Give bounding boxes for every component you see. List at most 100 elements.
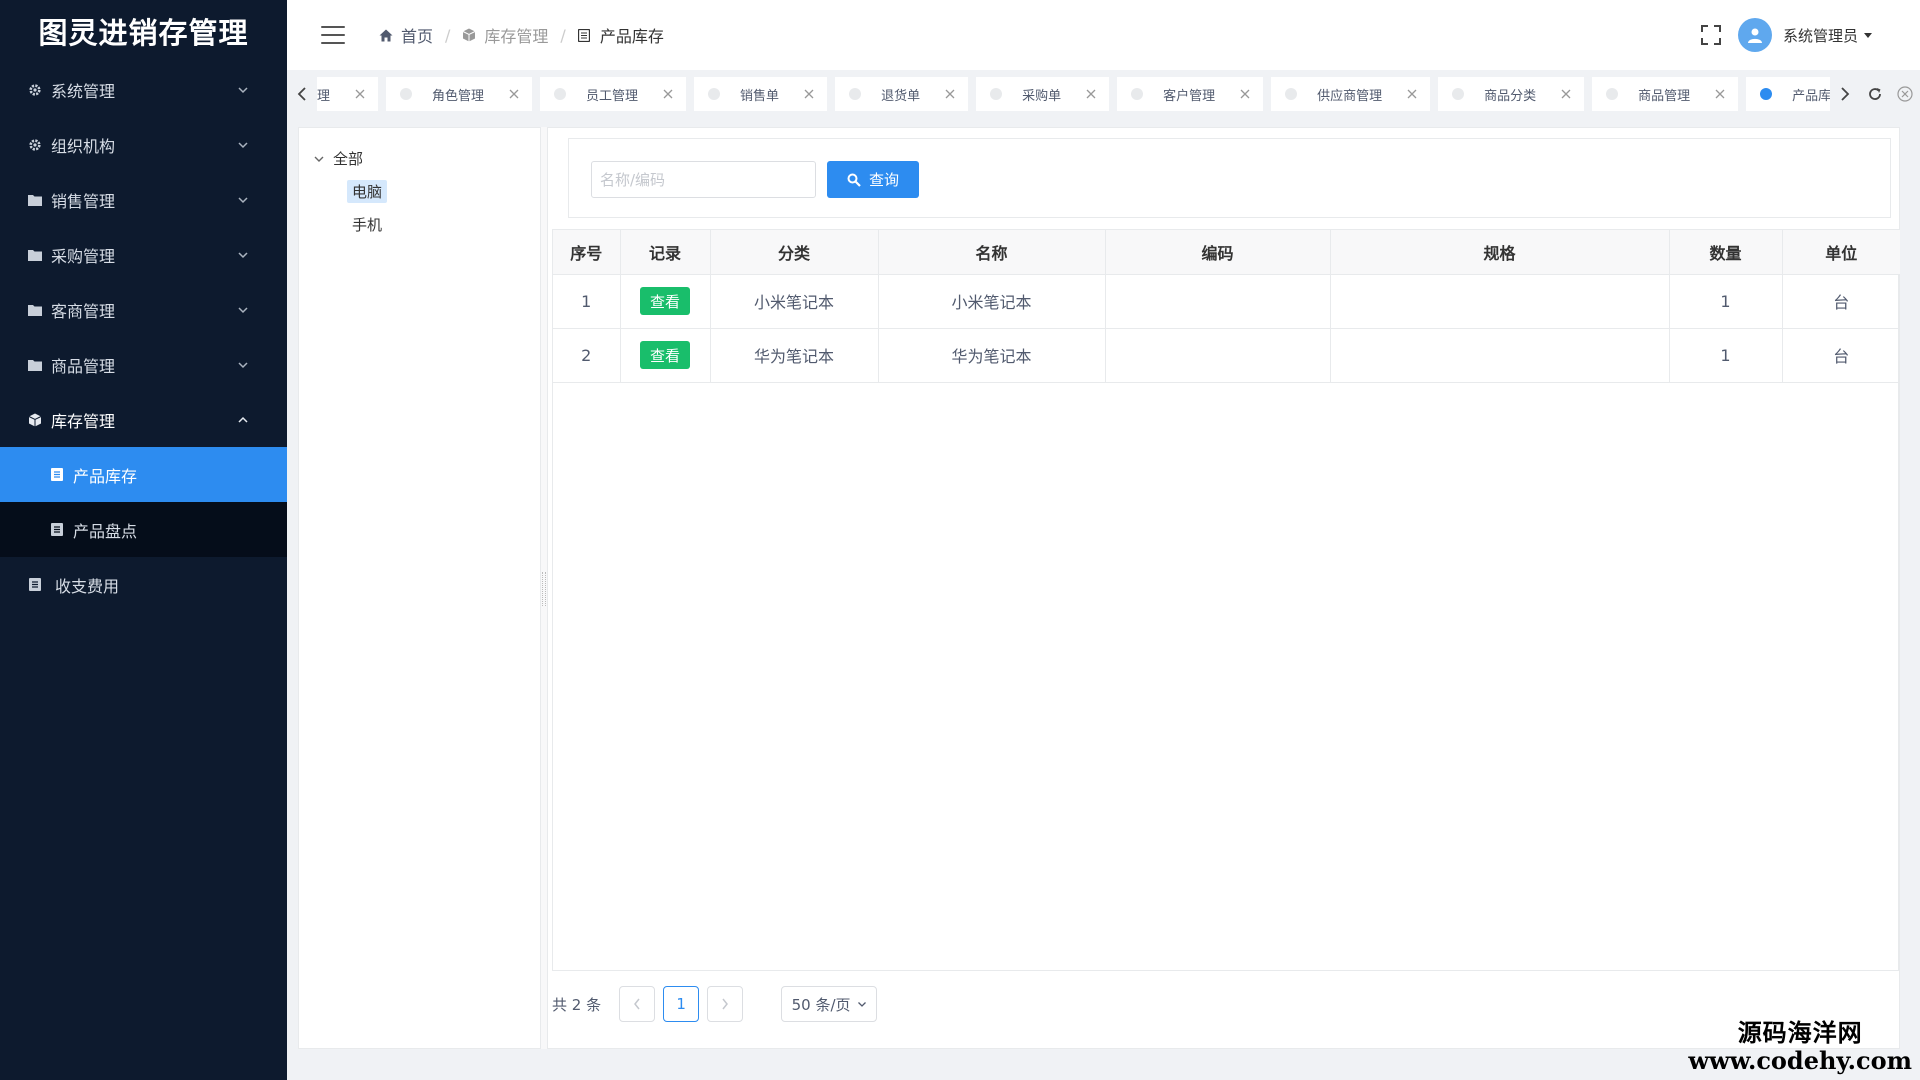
sidebar-item-merchants[interactable]: 客商管理 (0, 282, 287, 337)
tree-node-computer[interactable]: 电脑 (347, 180, 388, 203)
breadcrumb-separator: / (445, 25, 451, 45)
view-record-button[interactable]: 查看 (640, 341, 690, 369)
tab-status-dot (708, 88, 721, 100)
close-icon[interactable] (944, 88, 956, 100)
sidebar-item-label: 采购管理 (51, 246, 116, 266)
gear-icon (28, 83, 42, 97)
document-icon (577, 28, 592, 42)
tab-label: 商品分类 (1484, 88, 1537, 104)
cube-icon (28, 413, 42, 427)
page-number-button[interactable]: 1 (663, 986, 700, 1022)
search-input[interactable] (591, 161, 816, 198)
close-icon[interactable] (508, 88, 520, 100)
cell-record: 查看 (620, 328, 711, 383)
page-size-select[interactable]: 50 条/页 (781, 986, 878, 1022)
sidebar-item-label: 客商管理 (51, 301, 116, 321)
tabs-scroll-left-icon[interactable] (287, 70, 317, 118)
tab-label: 角色管理 (432, 88, 485, 104)
sidebar-item-system[interactable]: 系统管理 (0, 62, 287, 117)
tab-label: 采购单 (1022, 88, 1062, 104)
sidebar-item-label: 系统管理 (51, 81, 116, 101)
tree-node-label: 手机 (352, 216, 383, 234)
sidebar-item-label: 库存管理 (51, 411, 116, 431)
search-button[interactable]: 查询 (827, 161, 919, 198)
cube-icon (462, 28, 476, 42)
chevron-down-icon (857, 999, 867, 1009)
chevron-right-icon (722, 998, 729, 1010)
tab-item[interactable]: 采购单 (976, 77, 1110, 111)
sidebar-item-purchase[interactable]: 采购管理 (0, 227, 287, 282)
inventory-submenu: 产品库存 产品盘点 (0, 447, 287, 557)
chevron-down-icon[interactable] (313, 153, 325, 165)
column-header-quantity: 数量 (1669, 230, 1783, 275)
close-icon[interactable] (1714, 88, 1726, 100)
top-header: 首页 / 库存管理 / 产品库存 系统管理员 (287, 0, 1920, 70)
tab-status-dot (1285, 88, 1298, 100)
tabs-track: 理 角色管理 员工管理 销售单 退货单 采购单 客户管理 供应商管理 商品分类 商品管理 产品库存 (317, 77, 1830, 111)
sidebar-item-sales[interactable]: 销售管理 (0, 172, 287, 227)
tab-status-dot (1452, 88, 1465, 100)
splitter-grip[interactable] (542, 572, 546, 606)
fullscreen-icon[interactable] (1700, 24, 1722, 46)
tab-item[interactable]: 供应商管理 (1271, 77, 1431, 111)
tab-item[interactable]: 商品管理 (1592, 77, 1739, 111)
tab-item[interactable]: 销售单 (694, 77, 828, 111)
prev-page-button[interactable] (619, 986, 656, 1022)
close-icon[interactable] (1406, 88, 1418, 100)
sidebar-subitem-product-count[interactable]: 产品盘点 (0, 502, 287, 557)
sidebar-item-products[interactable]: 商品管理 (0, 337, 287, 392)
next-page-button[interactable] (707, 986, 744, 1022)
breadcrumb: 首页 / 库存管理 / 产品库存 (379, 23, 664, 47)
cell-category: 小米笔记本 (710, 274, 879, 329)
breadcrumb-inventory[interactable]: 库存管理 (462, 23, 548, 47)
breadcrumb-label: 首页 (401, 27, 434, 46)
tab-label: 产品库存 (1792, 88, 1830, 104)
avatar[interactable] (1737, 18, 1772, 52)
user-menu[interactable]: 系统管理员 (1783, 25, 1872, 46)
cell-index: 2 (553, 328, 621, 383)
close-icon[interactable] (803, 88, 815, 100)
tab-item[interactable]: 角色管理 (386, 77, 533, 111)
view-record-button[interactable]: 查看 (640, 287, 690, 315)
tab-label: 员工管理 (586, 88, 639, 104)
breadcrumb-home[interactable]: 首页 (379, 23, 433, 47)
close-icon[interactable] (1239, 88, 1251, 100)
tree-node-phone[interactable]: 手机 (347, 213, 387, 236)
tab-status-dot (849, 88, 862, 100)
sidebar-item-inventory[interactable]: 库存管理 (0, 392, 287, 447)
sidebar-item-organization[interactable]: 组织机构 (0, 117, 287, 172)
chevron-left-icon (634, 998, 640, 1010)
document-icon (28, 578, 42, 592)
page-size-value: 50 条/页 (791, 995, 851, 1014)
sidebar: 图灵进销存管理 系统管理 组织机构 销售管理 采购管理 客商管理 商品管理 库存… (0, 0, 287, 1080)
refresh-icon[interactable] (1860, 70, 1890, 118)
close-icon[interactable] (354, 88, 366, 100)
close-icon[interactable] (1560, 88, 1572, 100)
tab-item[interactable]: 客户管理 (1117, 77, 1264, 111)
tab-item[interactable]: 退货单 (835, 77, 969, 111)
pagination: 共 2 条 1 50 条/页 (552, 985, 878, 1023)
cell-name: 华为笔记本 (878, 328, 1106, 383)
cell-unit: 台 (1782, 274, 1900, 329)
tab-item[interactable]: 产品库存 (1746, 77, 1830, 111)
tabs-scroll-right-icon[interactable] (1830, 70, 1860, 118)
close-icon[interactable] (662, 88, 674, 100)
tab-item[interactable]: 商品分类 (1438, 77, 1585, 111)
column-header-index: 序号 (553, 230, 621, 275)
tab-status-dot (990, 88, 1003, 100)
menu-toggle-icon[interactable] (321, 26, 345, 44)
close-icon[interactable] (1085, 88, 1097, 100)
tab-item[interactable]: 员工管理 (540, 77, 687, 111)
close-all-tabs-icon[interactable] (1890, 70, 1920, 118)
breadcrumb-label: 产品库存 (599, 27, 664, 46)
chevron-down-icon (237, 138, 251, 152)
chevron-down-icon (237, 358, 251, 372)
tree-node-root[interactable]: 全部 (313, 148, 363, 169)
chevron-down-icon (237, 303, 251, 317)
sidebar-item-expenses[interactable]: 收支费用 (0, 557, 287, 612)
tab-item[interactable]: 理 (317, 77, 379, 111)
cell-quantity: 1 (1669, 274, 1783, 329)
tab-status-dot (1760, 88, 1773, 100)
sidebar-subitem-product-stock[interactable]: 产品库存 (0, 447, 287, 502)
category-tree: 全部 电脑 手机 (298, 127, 541, 1049)
